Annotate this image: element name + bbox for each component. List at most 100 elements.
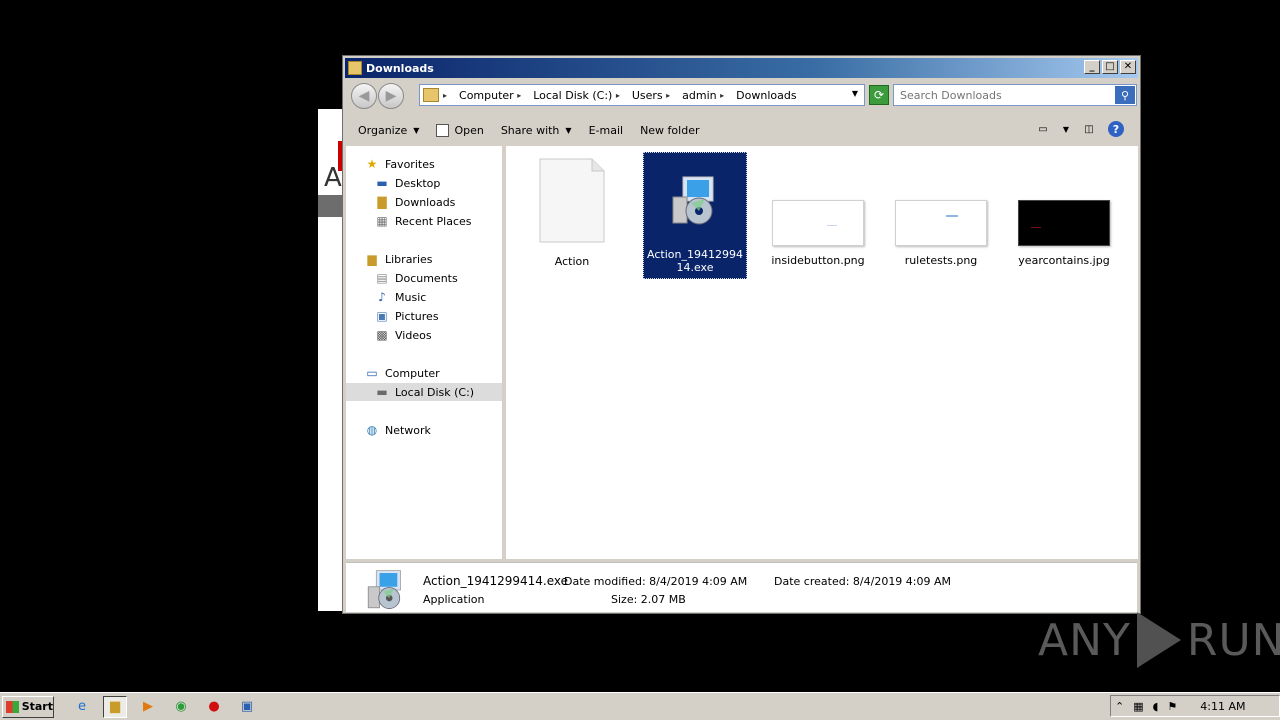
nav-pictures[interactable]: ▣ Pictures [374,307,439,325]
organize-button[interactable]: Organize ▼ [358,124,419,137]
nav-label: Favorites [385,157,435,171]
details-file-name: Action_1941299414.exe [423,574,569,588]
title-bar[interactable]: Downloads _ □ ✕ [345,58,1138,78]
breadcrumb-label: Users [631,88,663,102]
new-folder-button[interactable]: New folder [640,124,699,137]
breadcrumb-downloads[interactable]: Downloads [736,89,796,102]
file-name: insidebutton.png [771,254,865,267]
volume-icon[interactable]: ◖ [1153,700,1159,713]
nav-documents[interactable]: ▤ Documents [374,269,457,287]
back-button[interactable]: ◀ [351,83,377,109]
nav-computer[interactable]: ▭ Computer [364,364,440,382]
navigation-pane: ★ Favorites ▬ Desktop ▇ Downloads ▦ Recent P… [346,146,504,559]
desktop-icon: ▬ [376,176,388,190]
videos-icon: ▩ [376,328,388,342]
file-item[interactable]: insidebutton.png [766,200,870,267]
nav-label: Local Disk (C:) [395,385,475,399]
preview-pane-icon[interactable]: ◫ [1080,121,1098,137]
file-item-selected[interactable]: Action_1941299414.exe [643,152,747,279]
start-label: Start [21,700,53,713]
help-icon[interactable]: ? [1108,121,1124,137]
size-label: Size: [611,593,638,606]
nav-recent-places[interactable]: ▦ Recent Places [374,212,472,230]
anyrun-watermark: ANY RUN [1038,612,1280,668]
nav-network[interactable]: ◍ Network [364,421,431,439]
nav-label: Pictures [395,309,439,323]
media-player-icon[interactable]: ▶ [136,696,160,718]
nav-desktop[interactable]: ▬ Desktop [374,174,440,192]
watermark-right: RUN [1186,614,1280,666]
libraries-icon: ▆ [367,252,377,266]
search-input[interactable] [894,88,1110,102]
details-size: Size: 2.07 MB [611,593,686,606]
file-item[interactable]: ruletests.png [889,200,993,267]
email-label: E-mail [588,123,624,137]
nav-music[interactable]: ♪ Music [374,288,426,306]
chevron-right-icon: ▸ [517,90,522,100]
view-options-icon[interactable]: ▭ [1034,121,1052,137]
organize-label: Organize [358,123,408,137]
nav-downloads[interactable]: ▇ Downloads [374,193,455,211]
nav-label: Recent Places [395,214,472,228]
email-button[interactable]: E-mail [589,124,624,137]
maximize-button[interactable]: □ [1102,60,1118,74]
search-icon[interactable]: ⚲ [1115,86,1135,104]
breadcrumb-label: Computer [459,88,514,102]
date-modified-value: 8/4/2019 4:09 AM [649,575,748,588]
chevron-right-icon: ▸ [720,90,725,100]
breadcrumb-computer[interactable]: Computer ▸ [459,89,527,102]
breadcrumb-admin[interactable]: admin ▸ [682,89,730,102]
installer-taskbar-icon[interactable]: ▣ [235,696,259,718]
forward-button[interactable]: ▶ [378,83,404,109]
details-date-modified: Date modified: 8/4/2019 4:09 AM [564,575,747,588]
breadcrumb-local-disk[interactable]: Local Disk (C:) ▸ [533,89,626,102]
address-bar[interactable]: ▸ Computer ▸ Local Disk (C:) ▸ Users ▸ a… [419,84,865,106]
window-controls: _ □ ✕ [1084,60,1136,74]
breadcrumb-label: Local Disk (C:) [533,88,613,102]
chevron-down-icon: ▼ [413,125,420,135]
close-button[interactable]: ✕ [1120,60,1136,74]
music-icon: ♪ [378,290,386,304]
minimize-button[interactable]: _ [1084,60,1100,74]
recent-places-icon: ▦ [376,214,388,228]
installer-icon [367,570,401,609]
file-name: yearcontains.jpg [1018,254,1110,267]
downloads-folder-icon: ▇ [377,195,387,209]
refresh-button[interactable]: ⟳ [869,85,889,105]
chrome-icon[interactable]: ◉ [169,696,193,718]
start-button[interactable]: Start [2,695,54,718]
nav-favorites[interactable]: ★ Favorites [364,155,435,173]
nav-videos[interactable]: ▩ Videos [374,326,431,344]
internet-explorer-icon[interactable]: e [70,696,94,718]
nav-label: Computer [385,366,440,380]
nav-local-disk[interactable]: ▬ Local Disk (C:) [346,383,502,401]
star-icon: ★ [366,157,378,171]
file-list: Action Action_1941299414.exe insidebutto… [506,146,1138,559]
file-item[interactable]: yearcontains.jpg [1012,200,1116,267]
open-icon [436,123,450,137]
image-thumbnail [895,200,987,246]
window-title: Downloads [366,61,434,75]
windows-logo-icon [6,700,19,713]
computer-icon: ▭ [366,366,378,380]
file-item[interactable]: Action [520,158,624,268]
chevron-up-icon[interactable]: ⌃ [1115,700,1124,713]
chevron-down-icon[interactable]: ▼ [1062,121,1070,137]
open-button[interactable]: Open [436,123,484,137]
view-controls: ▭ ▼ ◫ ? [1034,121,1124,137]
details-pane: Action_1941299414.exe Date modified: 8/4… [346,562,1137,612]
clock[interactable]: 4:11 AM [1200,700,1245,713]
opera-icon[interactable]: ● [202,696,226,718]
network-tray-icon[interactable]: ▦ [1133,700,1143,713]
chevron-down-icon: ▼ [565,125,572,135]
breadcrumb-root[interactable]: ▸ [443,91,453,100]
file-name: ruletests.png [904,254,978,267]
breadcrumb-users[interactable]: Users ▸ [632,89,676,102]
share-with-button[interactable]: Share with ▼ [501,124,572,137]
nav-libraries[interactable]: ▆ Libraries [364,250,432,268]
chevron-down-icon[interactable]: ▼ [852,89,858,98]
flag-icon[interactable]: ⚑ [1167,700,1177,713]
windows-explorer-icon[interactable]: ▆ [103,695,127,718]
taskbar: Start e ▆ ▶ ◉ ● ▣ ⌃ ▦ ◖ ⚑ 4:11 AM [0,692,1280,720]
new-folder-label: New folder [640,123,700,137]
